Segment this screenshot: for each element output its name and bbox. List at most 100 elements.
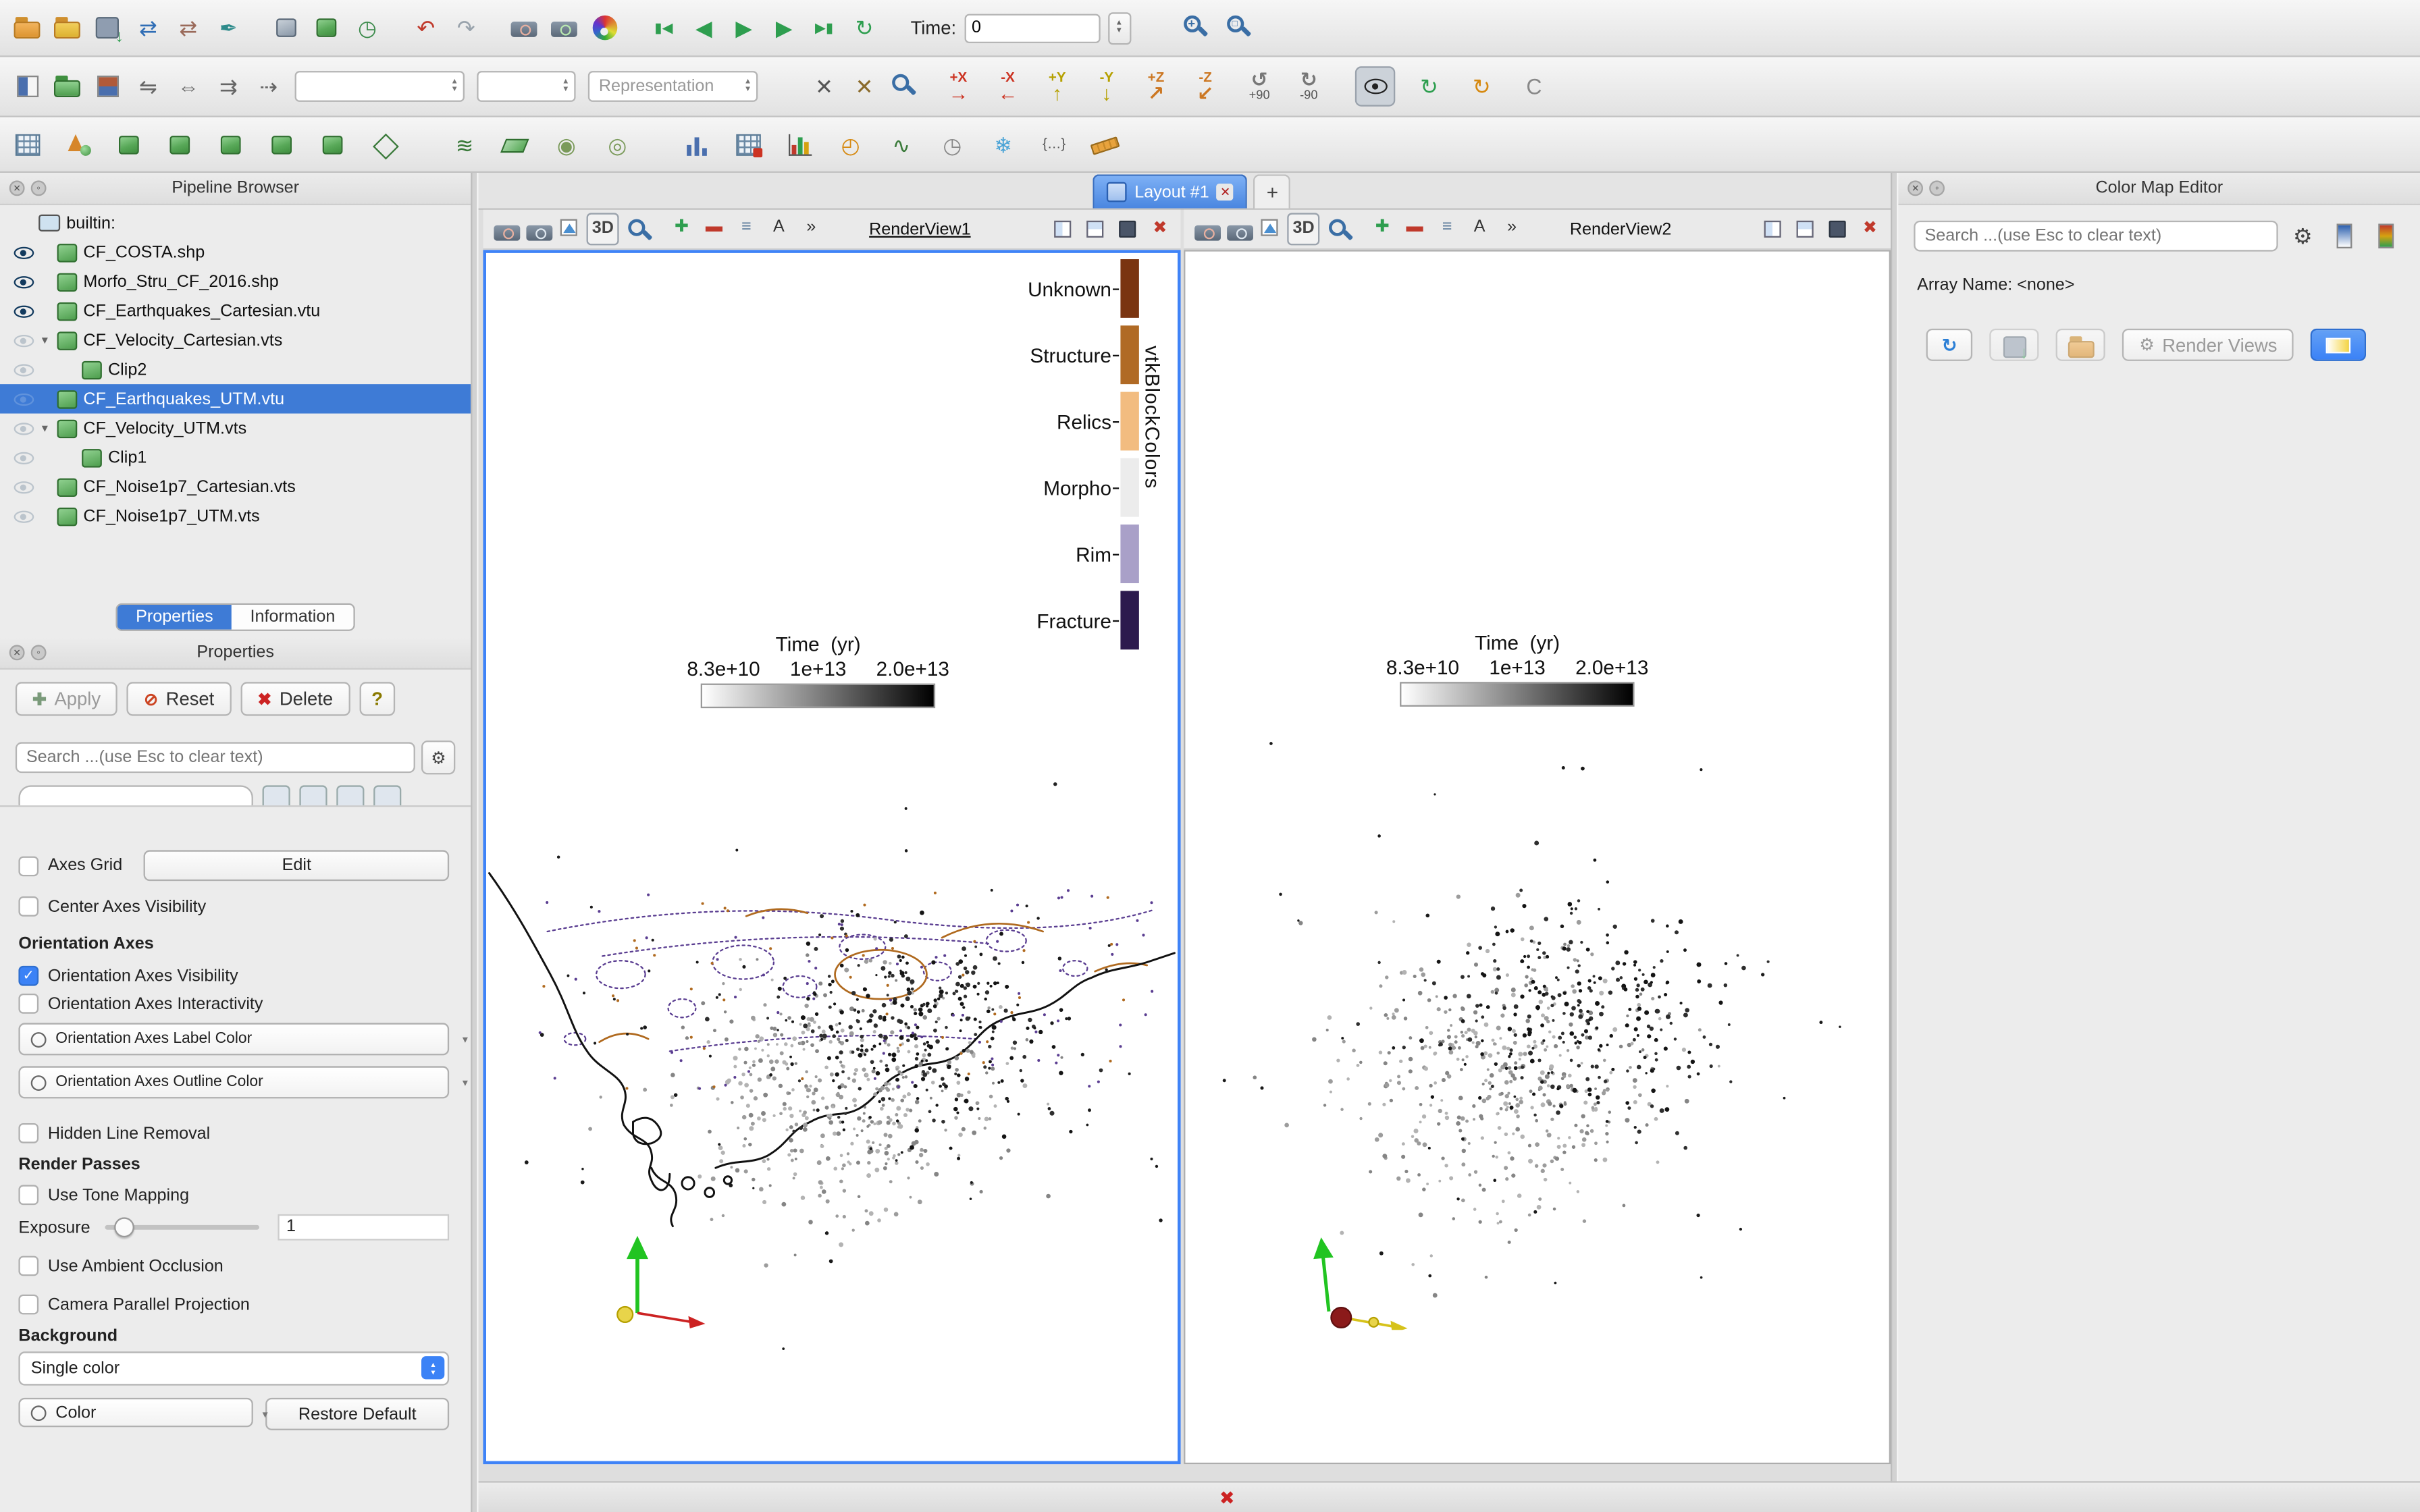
stream-tracer-icon[interactable]: ◉ [548, 126, 585, 163]
view-adjust-icon[interactable]: ≡ [732, 212, 761, 241]
colormap-search-input[interactable] [1914, 220, 2278, 252]
split-horizontal-button[interactable] [1048, 215, 1077, 244]
abort-progress-icon[interactable]: ✖ [1219, 1488, 1235, 1507]
python-trace-icon[interactable]: ✒ [210, 9, 247, 47]
auto-apply-icon[interactable] [309, 9, 346, 47]
visibility-eye-icon[interactable] [13, 451, 34, 464]
tab-properties[interactable]: Properties [117, 605, 232, 630]
reset-button[interactable]: ⊘ Reset [127, 682, 232, 716]
histogram-icon[interactable] [679, 126, 716, 163]
redo-icon[interactable]: ↷ [448, 9, 485, 47]
camera-undo-icon[interactable] [506, 9, 544, 47]
ruler-icon[interactable] [1086, 126, 1124, 163]
orientation-axes-outline-color-button[interactable]: Orientation Axes Outline Color [18, 1066, 450, 1099]
visibility-eye-icon[interactable] [13, 246, 34, 259]
spreadsheet-icon[interactable] [9, 126, 47, 163]
view-adjust-icon[interactable]: ≡ [1432, 212, 1461, 241]
view-minus-y-button[interactable]: -Y ↓ [1086, 65, 1126, 108]
color-palette-icon[interactable] [587, 9, 624, 47]
view-plus-x-button[interactable]: +X → [939, 65, 978, 108]
time-stepper[interactable] [1107, 11, 1131, 45]
wavelet-icon[interactable]: ∿ [883, 126, 920, 163]
edit-color-map-icon[interactable] [49, 68, 86, 105]
previous-frame-icon[interactable]: ◀ [685, 9, 722, 47]
reset-camera-closest-icon[interactable]: ↻ [1463, 68, 1500, 105]
view-camera-icon[interactable] [1223, 212, 1254, 241]
pipeline-item[interactable]: CF_Noise1p7_Cartesian.vts [0, 472, 471, 501]
clip-filter-icon[interactable] [111, 126, 149, 163]
use-tone-mapping-checkbox[interactable] [18, 1185, 39, 1206]
close-panel-icon[interactable] [9, 180, 25, 196]
representation-combo[interactable]: Representation [587, 71, 758, 102]
center-axes-visibility-checkbox[interactable] [18, 896, 39, 917]
zoom-to-box-icon[interactable] [1220, 9, 1257, 47]
color-array-combo[interactable] [294, 71, 465, 102]
background-mode-select[interactable]: Single color [18, 1351, 450, 1386]
split-horizontal-button[interactable] [1758, 215, 1787, 244]
properties-search-input[interactable] [15, 742, 416, 774]
visibility-eye-icon[interactable] [13, 392, 34, 405]
time-input[interactable] [964, 13, 1100, 43]
time-colorbar[interactable]: Time (yr) 8.3e+10 1e+13 2.0e+13 [1386, 631, 1649, 707]
expander-icon[interactable]: ▾ [42, 421, 57, 435]
close-tab-icon[interactable]: ✕ [1217, 184, 1234, 201]
visibility-eye-icon[interactable] [13, 510, 34, 522]
render-view-1[interactable]: Unknown Structure Relics Morpho Rim Fracture … [483, 250, 1181, 1465]
interpret-time-icon[interactable]: ◷ [349, 9, 386, 47]
pipeline-item[interactable]: CF_Earthquakes_UTM.vtu [0, 384, 471, 414]
use-ambient-occlusion-checkbox[interactable] [18, 1256, 39, 1276]
separate-colormap-icon[interactable] [90, 68, 127, 105]
undock-panel-icon[interactable] [1929, 180, 1945, 196]
view-text-annotation-icon[interactable]: A [1465, 212, 1494, 241]
auto-apply-off-icon[interactable] [269, 9, 306, 47]
view-zoom-data-icon[interactable] [622, 212, 651, 241]
open-colormap-button[interactable] [2055, 328, 2105, 361]
close-panel-icon[interactable] [9, 645, 25, 661]
view-screenshot-icon[interactable] [1255, 212, 1284, 241]
group-datasets-icon[interactable] [366, 126, 403, 163]
visibility-eye-icon[interactable] [13, 275, 34, 288]
close-view-button[interactable]: ✖ [1145, 215, 1174, 244]
apply-button[interactable]: ✚ Apply [15, 682, 118, 716]
orientation-axes-label-color-button[interactable]: Orientation Axes Label Color [18, 1023, 450, 1056]
expander-icon[interactable]: ▾ [42, 333, 57, 348]
temporal-snap-icon[interactable]: ❄ [984, 126, 1022, 163]
extract-selection-icon[interactable] [730, 126, 767, 163]
visibility-eye-icon[interactable] [13, 333, 34, 347]
rescale-custom-range-icon[interactable]: ⇔ [169, 68, 207, 105]
slice-filter-icon[interactable] [162, 126, 199, 163]
contour-filter-icon[interactable]: ≋ [446, 126, 483, 163]
visibility-eye-icon[interactable] [13, 422, 34, 435]
gear-icon[interactable]: ⚙ [2284, 217, 2321, 254]
view-more-chevron[interactable]: » [1497, 212, 1526, 241]
rescale-to-data-icon[interactable]: ⇋ [130, 68, 167, 105]
undock-panel-icon[interactable] [30, 180, 47, 196]
render-view-2[interactable]: Time (yr) 8.3e+10 1e+13 2.0e+13 [1184, 250, 1891, 1465]
rescale-visible-icon[interactable]: ⇢ [250, 68, 287, 105]
background-color-button[interactable]: Color [18, 1397, 253, 1428]
visibility-eye-icon[interactable] [13, 481, 34, 493]
extract-subset-icon[interactable] [264, 126, 301, 163]
zoom-to-data-icon[interactable] [1177, 9, 1214, 47]
color-legend-toggle-icon[interactable] [9, 68, 47, 105]
pipeline-item[interactable]: ▾ CF_Velocity_Cartesian.vts [0, 325, 471, 354]
visibility-eye-icon[interactable] [13, 363, 34, 376]
apply-preset-button[interactable] [2311, 328, 2367, 361]
choose-preset-icon[interactable] [2326, 217, 2363, 254]
first-frame-icon[interactable]: ▮◀ [645, 9, 682, 47]
view-camera-icon[interactable] [522, 212, 553, 241]
view-remove-icon[interactable]: ▬ [700, 212, 729, 241]
render-views-button[interactable]: ⚙ Render Views [2122, 328, 2294, 361]
rotate-90-ccw-button[interactable]: ↻ -90 [1287, 65, 1330, 108]
loop-icon[interactable]: ↻ [846, 9, 883, 47]
pipeline-item[interactable]: Morfo_Stru_CF_2016.shp [0, 267, 471, 296]
view-minus-z-button[interactable]: -Z ↙ [1185, 65, 1225, 108]
undock-panel-icon[interactable] [30, 645, 47, 661]
reset-camera-direction-icon[interactable]: C [1516, 68, 1553, 105]
help-button[interactable]: ? [359, 682, 396, 716]
save-state-icon[interactable] [49, 9, 86, 47]
view-minus-x-button[interactable]: -X ← [988, 65, 1028, 108]
pipeline-item[interactable]: Clip1 [0, 443, 471, 472]
server-disconnect-icon[interactable]: ⇄ [169, 9, 207, 47]
view-3d-toggle[interactable]: 3D [1287, 212, 1320, 245]
